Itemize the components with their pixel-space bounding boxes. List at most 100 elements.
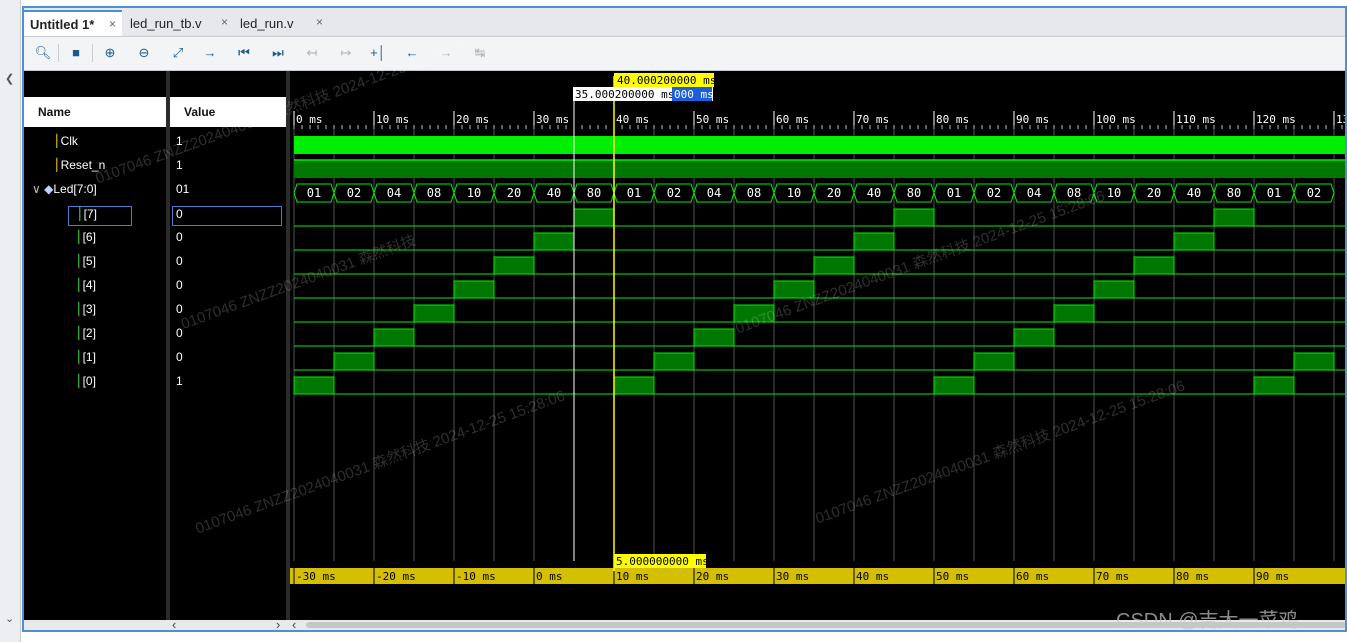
relative-ruler-label: 70 ms [1096,570,1129,583]
tab-led-run-tb[interactable]: led_run_tb.v × [124,10,234,36]
name-column-header[interactable]: Name [24,97,166,127]
tab-untitled-1[interactable]: Untitled 1* × [24,10,122,36]
signal-row-led-4[interactable]: ▕ [4] [70,278,96,292]
signal-bit-icon: ▕ [70,230,80,244]
signal-bit-icon: ▕ [70,350,80,364]
signal-row-clk[interactable]: ▕ Clk [48,134,78,148]
relative-ruler-label: 60 ms [1016,570,1049,583]
bus-value-label: 02 [667,186,681,200]
signal-value: 1 [176,374,183,388]
search-icon[interactable]: 🔍︎ [33,44,53,62]
ruler-label: 110 ms [1176,113,1216,126]
waveform-canvas[interactable]: 0 ms 10 ms 20 ms 30 ms 40 ms 50 ms 60 ms 70 ms 8… [290,71,1347,616]
signal-value: 0 [176,254,183,268]
go-to-last-time-icon[interactable]: ⏭ [268,44,288,62]
signal-row-led-7[interactable]: ▕ [7] [68,206,132,226]
swap-cursors-icon[interactable]: ↹ [470,44,490,62]
collapse-arrow-icon[interactable]: ❮ [5,72,14,85]
signal-name: Clk [60,134,78,148]
tab-close-icon[interactable]: × [221,15,228,29]
bit-high-pulse [453,280,495,299]
relative-ruler-label: -30 ms [296,570,336,583]
relative-ruler-label: 30 ms [776,570,809,583]
signal-bit-icon: ▕ [71,207,81,221]
zoom-fit-icon[interactable]: ⤢ [168,44,188,62]
signal-bit-icon: ▕ [70,374,80,388]
bus-value-label: 01 [1267,186,1281,200]
scroll-arrow-icon[interactable]: ⌄ [5,612,14,625]
zoom-out-icon[interactable]: ⊖ [134,44,154,62]
scroll-right-icon[interactable]: › [276,617,280,630]
toolbar-separator [58,44,59,62]
bit-high-pulse [413,304,455,323]
signal-name: [3] [82,302,96,316]
signal-bus-icon: ◆ [44,182,54,196]
bus-value-label: 01 [627,186,641,200]
go-to-time-0-icon[interactable]: ⏮ [234,44,254,62]
signal-name: [4] [82,278,96,292]
signal-row-led-6[interactable]: ▕ [6] [70,230,96,244]
next-transition-icon[interactable]: ↦ [336,44,356,62]
ruler-label: 70 ms [856,113,889,126]
tab-close-icon[interactable]: × [316,15,323,29]
delta-time: 5.000000000 ms [616,555,709,568]
go-to-cursor-icon[interactable]: → [200,44,220,62]
bus-value-label: 04 [387,186,401,200]
waveform-viewer: Name Value ▕ Clk ▕ Reset_n ∨ ◆Led[7:0] ▕… [24,37,1347,630]
scroll-left-icon[interactable]: ‹ [292,617,296,630]
tab-close-icon[interactable]: × [109,17,116,31]
signal-bit-icon: ▕ [70,278,80,292]
save-icon[interactable]: ■ [66,44,86,62]
signal-value: 01 [176,182,190,196]
bit-high-pulse [1093,280,1135,299]
signal-value: 0 [176,350,183,364]
bit-high-pulse [333,352,375,371]
tab-led-run[interactable]: led_run.v × [234,10,329,36]
bit-high-pulse [653,352,695,371]
bus-value-label: 10 [467,186,481,200]
signal-value: 0 [176,326,183,340]
relative-ruler-label: 90 ms [1256,570,1289,583]
zoom-in-icon[interactable]: ⊕ [100,44,120,62]
signal-name: [6] [82,230,96,244]
signal-value: 0 [176,230,183,244]
signal-name: [7] [83,207,97,221]
bit-high-pulse [853,232,895,251]
bit-high-pulse [893,208,935,227]
ruler-label: 10 ms [376,113,409,126]
tab-label: led_run.v [240,15,294,31]
toolbar-separator [92,44,93,62]
previous-transition-icon[interactable]: ↤ [302,44,322,62]
signal-row-led-3[interactable]: ▕ [3] [70,302,96,316]
signal-row-led-0[interactable]: ▕ [0] [70,374,96,388]
tab-bar: Untitled 1* × led_run_tb.v × led_run.v × [24,8,1345,37]
bus-value-label: 80 [1227,186,1241,200]
signal-row-led-1[interactable]: ▕ [1] [70,350,96,364]
signal-row-led[interactable]: ∨ ◆Led[7:0] [32,182,97,196]
main-cursor-time: 40.000200000 ms [617,74,716,87]
bus-value-label: 20 [1147,186,1161,200]
ruler-label: 50 ms [696,113,729,126]
signal-value-selected: 0 [172,206,282,226]
signal-name: Led[7:0] [53,182,97,196]
clk-waveform [294,136,1345,154]
bus-value-label: 40 [547,186,561,200]
add-marker-icon[interactable]: +│ [368,44,388,62]
bus-value-label: 08 [427,186,441,200]
signal-name: [0] [82,374,96,388]
scroll-left-icon[interactable]: ‹ [172,617,176,630]
bit-high-pulse [373,328,415,347]
bus-value-label: 02 [347,186,361,200]
signal-row-led-2[interactable]: ▕ [2] [70,326,96,340]
csdn-watermark: CSDN @吉大一菜鸡 [1116,610,1299,632]
bus-value-label: 80 [587,186,601,200]
left-side-strip: ❮ ⌄ [0,0,21,642]
bus-value-label: 01 [307,186,321,200]
chevron-down-icon[interactable]: ∨ [32,182,41,196]
bus-value-label: 20 [507,186,521,200]
relative-ruler-label: 40 ms [856,570,889,583]
ruler-label: 40 ms [616,113,649,126]
marker-time: 35.000200000 ms [575,88,674,101]
signal-row-led-5[interactable]: ▕ [5] [70,254,96,268]
bus-value-label: 10 [787,186,801,200]
